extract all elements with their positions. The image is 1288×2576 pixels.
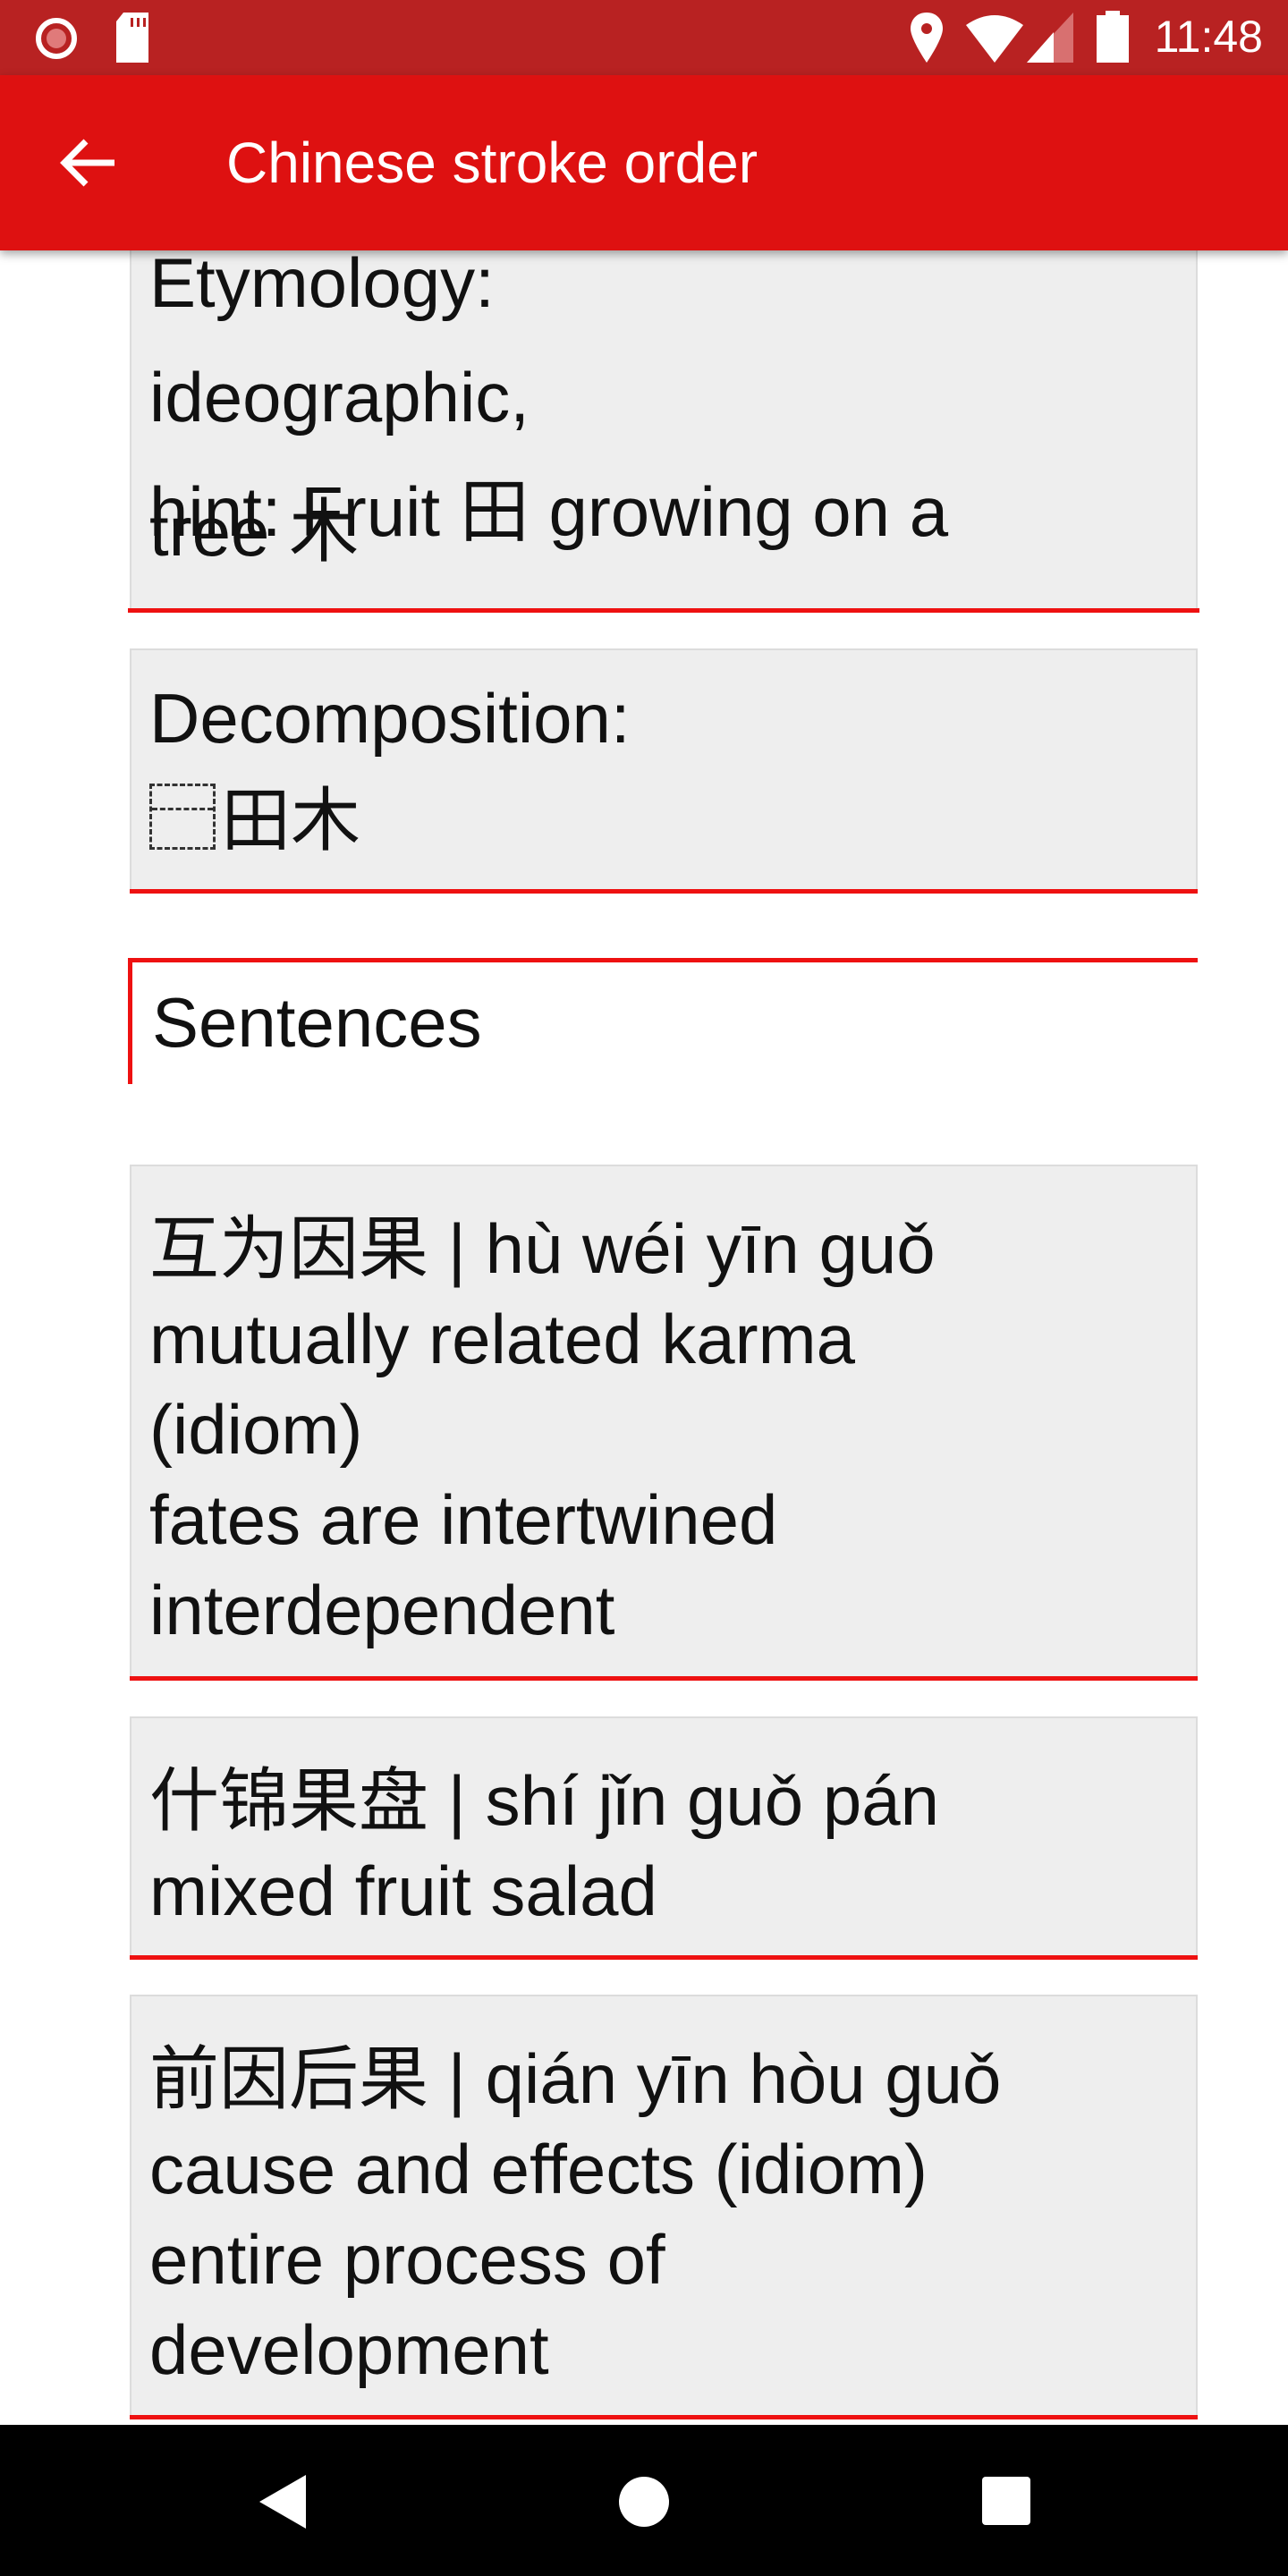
sentences-title: Sentences [152,983,482,1062]
signal-icon [1027,13,1073,63]
decomposition-label: Decomposition: [149,679,631,758]
back-nav-icon[interactable] [256,2475,306,2529]
page-title: Chinese stroke order [226,131,758,195]
sentence-card[interactable]: 前因后果 | qián yīn hòu guǒ cause and effect… [130,1995,1198,2419]
clock: 11:48 [1154,12,1263,62]
home-nav-icon[interactable] [617,2475,671,2529]
decomposition-components: 田木 [221,781,361,860]
sentence-text: 前因后果 | qián yīn hòu guǒ cause and effect… [149,2039,1002,2389]
record-icon [36,18,77,59]
battery-icon [1097,11,1129,63]
hint-line-end: tree 木 [149,492,360,571]
wifi-icon [966,15,1023,63]
decomposition-card: Decomposition: 田木 [130,648,1198,894]
sd-card-icon [116,13,148,63]
status-bar: 11:48 [0,0,1288,75]
sentence-text: 互为因果 | hù wéi yīn guǒ mutually related k… [149,1209,936,1649]
recents-nav-icon[interactable] [982,2477,1030,2525]
sentences-header: Sentences [128,958,1198,1084]
location-icon [911,13,943,63]
sentence-card[interactable]: 什锦果盘 | shí jǐn guǒ pán mixed fruit salad [130,1716,1198,1960]
sentence-card[interactable]: 互为因果 | hù wéi yīn guǒ mutually related k… [130,1165,1198,1681]
sentence-text: 什锦果盘 | shí jǐn guǒ pán mixed fruit salad [149,1761,939,1930]
dashed-box-icon [149,784,216,850]
app-bar: Chinese stroke order [0,75,1288,250]
navigation-bar [0,2425,1288,2576]
decomposition-value: 田木 [149,775,1178,865]
arrow-left-icon[interactable] [54,127,125,199]
